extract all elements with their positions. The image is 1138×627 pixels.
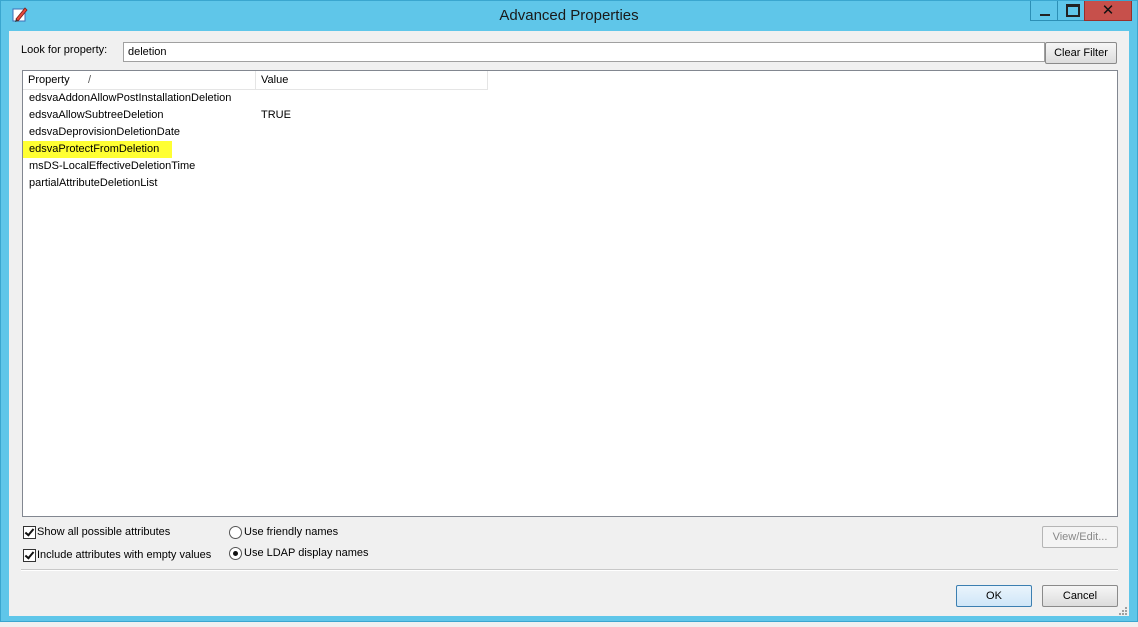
search-label: Look for property: [21, 44, 108, 56]
property-name: msDS-LocalEffectiveDeletionTime [29, 160, 196, 172]
table-row-highlighted[interactable]: edsvaProtectFromDeletion [23, 141, 1117, 158]
table-row[interactable]: edsvaDeprovisionDeletionDate [23, 124, 1117, 141]
table-row[interactable]: partialAttributeDeletionList [23, 175, 1117, 192]
list-header: Property / Value [23, 71, 488, 90]
ldap-names-radio[interactable] [229, 547, 242, 560]
property-name: partialAttributeDeletionList [29, 177, 158, 189]
property-name: edsvaAllowSubtreeDeletion [29, 109, 164, 121]
separator [21, 569, 1118, 571]
column-header-property[interactable]: Property / [23, 71, 256, 89]
sort-indicator-icon: / [88, 74, 92, 86]
resize-grip-icon[interactable] [1117, 605, 1127, 615]
clear-filter-button[interactable]: Clear Filter [1045, 42, 1117, 64]
ldap-names-label[interactable]: Use LDAP display names [244, 547, 369, 559]
property-value: TRUE [261, 109, 291, 121]
ok-button[interactable]: OK [956, 585, 1032, 607]
dialog-body: Look for property: Clear Filter Property… [9, 31, 1129, 616]
show-all-attributes-label[interactable]: Show all possible attributes [37, 526, 170, 538]
table-row[interactable]: edsvaAllowSubtreeDeletion TRUE [23, 107, 1117, 124]
include-empty-values-checkbox[interactable] [23, 549, 36, 562]
column-header-value[interactable]: Value [256, 71, 488, 89]
close-icon: ✕ [1101, 1, 1115, 19]
include-empty-values-label[interactable]: Include attributes with empty values [37, 549, 211, 561]
column-header-label: Value [261, 74, 289, 86]
table-row[interactable]: msDS-LocalEffectiveDeletionTime [23, 158, 1117, 175]
properties-list[interactable]: Property / Value edsvaAddonAllowPostInst… [22, 70, 1118, 517]
column-header-label: Property [28, 74, 70, 86]
show-all-attributes-checkbox[interactable] [23, 526, 36, 539]
friendly-names-label[interactable]: Use friendly names [244, 526, 338, 538]
view-edit-button[interactable]: View/Edit... [1042, 526, 1118, 548]
advanced-properties-window: Advanced Properties ✕ Look for property:… [0, 0, 1138, 622]
window-title: Advanced Properties [499, 7, 639, 24]
property-name: edsvaDeprovisionDeletionDate [29, 126, 181, 138]
property-name: edsvaProtectFromDeletion [29, 143, 160, 155]
close-button[interactable]: ✕ [1084, 1, 1132, 21]
property-search-input[interactable] [123, 42, 1045, 62]
title-bar[interactable]: Advanced Properties ✕ [1, 1, 1137, 31]
property-name: edsvaAddonAllowPostInstallationDeletion [29, 92, 232, 104]
friendly-names-radio[interactable] [229, 526, 242, 539]
maximize-button[interactable] [1057, 1, 1085, 21]
minimize-button[interactable] [1030, 1, 1058, 21]
cancel-button[interactable]: Cancel [1042, 585, 1118, 607]
table-row[interactable]: edsvaAddonAllowPostInstallationDeletion [23, 90, 1117, 107]
